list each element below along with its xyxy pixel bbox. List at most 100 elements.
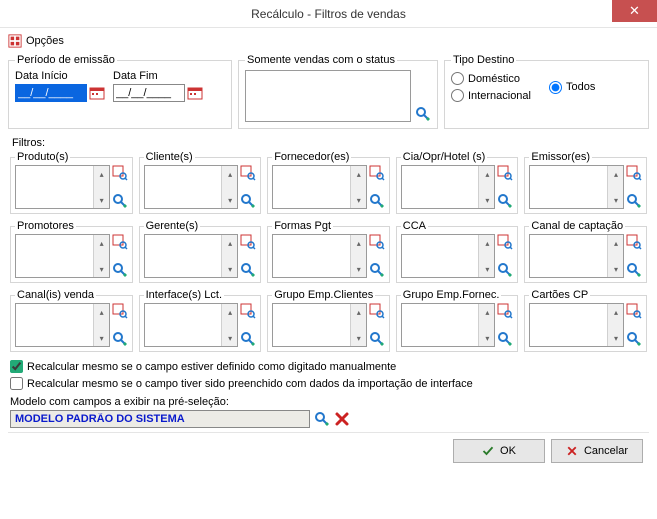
model-lookup-icon[interactable]: [314, 411, 330, 427]
filter-listbox[interactable]: ▴▾: [144, 234, 239, 278]
filter-listbox[interactable]: ▴▾: [529, 234, 624, 278]
filter-open-icon[interactable]: [497, 303, 513, 319]
filter-open-icon[interactable]: [112, 234, 128, 250]
scroll-up-icon[interactable]: ▴: [479, 166, 495, 182]
scroll-down-icon[interactable]: ▾: [479, 192, 495, 208]
scroll-down-icon[interactable]: ▾: [351, 261, 367, 277]
filter-lookup-icon[interactable]: [497, 331, 513, 347]
filter-open-icon[interactable]: [626, 303, 642, 319]
filter-lookup-icon[interactable]: [626, 331, 642, 347]
scroll-down-icon[interactable]: ▾: [608, 261, 624, 277]
filter-listbox[interactable]: ▴▾: [272, 303, 367, 347]
filter-lookup-icon[interactable]: [369, 262, 385, 278]
filter-lookup-icon[interactable]: [497, 193, 513, 209]
scroll-down-icon[interactable]: ▾: [94, 192, 110, 208]
ok-button[interactable]: OK: [453, 439, 545, 463]
filter-open-icon[interactable]: [112, 165, 128, 181]
filter-lookup-icon[interactable]: [626, 193, 642, 209]
scrollbar[interactable]: ▴▾: [221, 166, 237, 208]
filter-open-icon[interactable]: [369, 234, 385, 250]
filter-listbox[interactable]: ▴▾: [15, 303, 110, 347]
filter-listbox[interactable]: ▴▾: [401, 165, 496, 209]
filter-lookup-icon[interactable]: [497, 262, 513, 278]
scrollbar[interactable]: ▴▾: [221, 235, 237, 277]
scroll-up-icon[interactable]: ▴: [351, 235, 367, 251]
scrollbar[interactable]: ▴▾: [607, 166, 623, 208]
filter-listbox[interactable]: ▴▾: [144, 303, 239, 347]
radio-international-input[interactable]: [451, 89, 464, 102]
filter-open-icon[interactable]: [112, 303, 128, 319]
check-interface-row[interactable]: Recalcular mesmo se o campo tiver sido p…: [10, 377, 647, 390]
scroll-up-icon[interactable]: ▴: [222, 304, 238, 320]
filter-lookup-icon[interactable]: [369, 331, 385, 347]
filter-lookup-icon[interactable]: [112, 193, 128, 209]
scroll-up-icon[interactable]: ▴: [94, 304, 110, 320]
scroll-up-icon[interactable]: ▴: [608, 166, 624, 182]
scroll-down-icon[interactable]: ▾: [94, 261, 110, 277]
filter-open-icon[interactable]: [369, 165, 385, 181]
filter-open-icon[interactable]: [626, 234, 642, 250]
scroll-down-icon[interactable]: ▾: [479, 330, 495, 346]
scroll-down-icon[interactable]: ▾: [94, 330, 110, 346]
status-listbox[interactable]: [245, 70, 411, 122]
scrollbar[interactable]: ▴▾: [93, 304, 109, 346]
filter-lookup-icon[interactable]: [369, 193, 385, 209]
scroll-down-icon[interactable]: ▾: [351, 330, 367, 346]
radio-all-input[interactable]: [549, 81, 562, 94]
scroll-down-icon[interactable]: ▾: [222, 330, 238, 346]
check-manual[interactable]: [10, 360, 23, 373]
scrollbar[interactable]: ▴▾: [607, 235, 623, 277]
scroll-up-icon[interactable]: ▴: [222, 235, 238, 251]
radio-domestic-input[interactable]: [451, 72, 464, 85]
close-button[interactable]: ✕: [612, 0, 657, 22]
filter-lookup-icon[interactable]: [112, 331, 128, 347]
filter-listbox[interactable]: ▴▾: [272, 234, 367, 278]
scrollbar[interactable]: ▴▾: [350, 304, 366, 346]
filter-open-icon[interactable]: [497, 165, 513, 181]
scroll-up-icon[interactable]: ▴: [222, 166, 238, 182]
filter-listbox[interactable]: ▴▾: [272, 165, 367, 209]
scrollbar[interactable]: ▴▾: [350, 166, 366, 208]
scroll-up-icon[interactable]: ▴: [351, 166, 367, 182]
cancel-button[interactable]: Cancelar: [551, 439, 643, 463]
filter-open-icon[interactable]: [626, 165, 642, 181]
scrollbar[interactable]: ▴▾: [350, 235, 366, 277]
filter-lookup-icon[interactable]: [240, 331, 256, 347]
status-lookup-icon[interactable]: [415, 106, 431, 122]
scroll-down-icon[interactable]: ▾: [479, 261, 495, 277]
check-interface[interactable]: [10, 377, 23, 390]
scrollbar[interactable]: ▴▾: [607, 304, 623, 346]
filter-listbox[interactable]: ▴▾: [401, 303, 496, 347]
scroll-down-icon[interactable]: ▾: [351, 192, 367, 208]
start-date-input[interactable]: [15, 84, 87, 102]
model-input[interactable]: [10, 410, 310, 428]
model-clear-icon[interactable]: [334, 411, 350, 427]
scrollbar[interactable]: ▴▾: [221, 304, 237, 346]
filter-listbox[interactable]: ▴▾: [144, 165, 239, 209]
scroll-up-icon[interactable]: ▴: [351, 304, 367, 320]
filter-listbox[interactable]: ▴▾: [529, 303, 624, 347]
filter-open-icon[interactable]: [497, 234, 513, 250]
scroll-down-icon[interactable]: ▾: [222, 192, 238, 208]
filter-listbox[interactable]: ▴▾: [15, 234, 110, 278]
scrollbar[interactable]: ▴▾: [478, 304, 494, 346]
scroll-up-icon[interactable]: ▴: [94, 235, 110, 251]
scrollbar[interactable]: ▴▾: [93, 235, 109, 277]
scrollbar[interactable]: ▴▾: [478, 235, 494, 277]
filter-open-icon[interactable]: [240, 303, 256, 319]
scroll-down-icon[interactable]: ▾: [222, 261, 238, 277]
filter-open-icon[interactable]: [240, 234, 256, 250]
scroll-down-icon[interactable]: ▾: [608, 192, 624, 208]
scroll-up-icon[interactable]: ▴: [479, 304, 495, 320]
radio-all[interactable]: Todos: [549, 81, 595, 94]
check-manual-row[interactable]: Recalcular mesmo se o campo estiver defi…: [10, 360, 647, 373]
filter-listbox[interactable]: ▴▾: [529, 165, 624, 209]
scroll-up-icon[interactable]: ▴: [608, 235, 624, 251]
scroll-up-icon[interactable]: ▴: [479, 235, 495, 251]
filter-lookup-icon[interactable]: [240, 262, 256, 278]
scroll-up-icon[interactable]: ▴: [608, 304, 624, 320]
start-date-picker-icon[interactable]: [89, 85, 105, 101]
filter-listbox[interactable]: ▴▾: [401, 234, 496, 278]
scroll-down-icon[interactable]: ▾: [608, 330, 624, 346]
radio-international[interactable]: Internacional: [451, 89, 531, 102]
